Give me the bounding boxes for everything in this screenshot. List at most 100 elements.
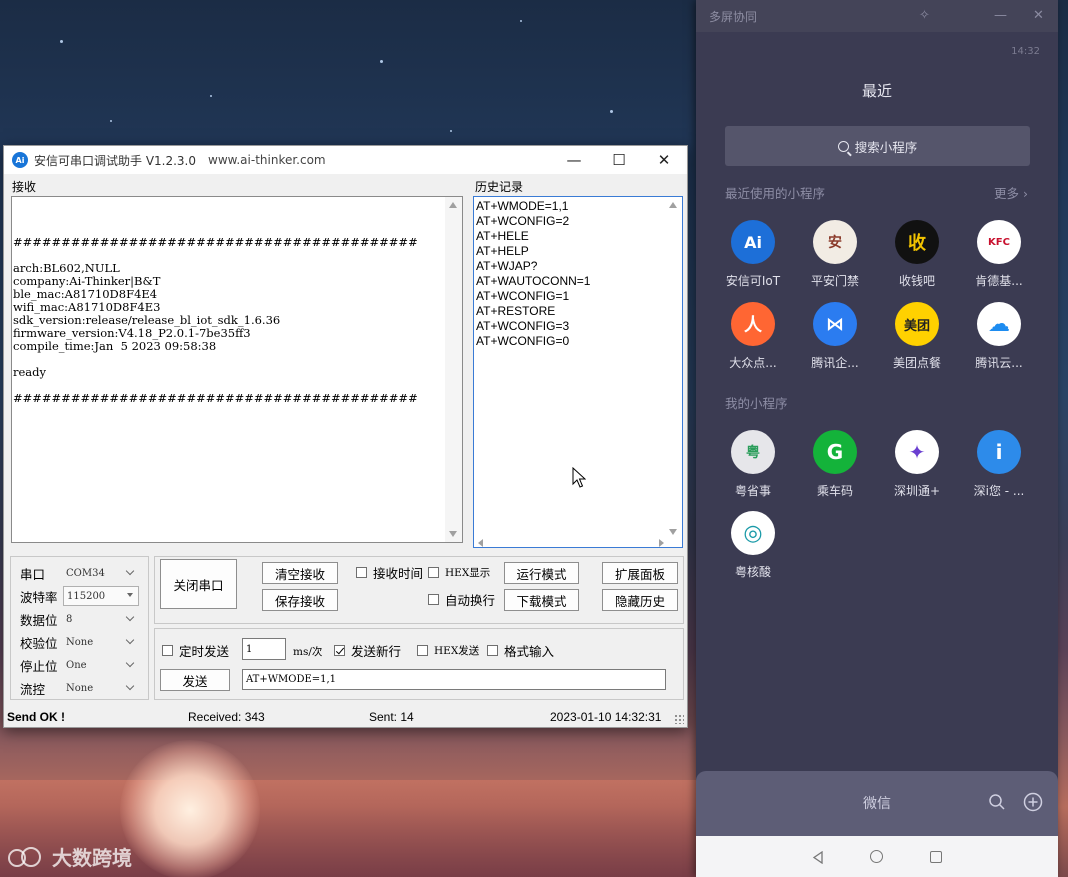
history-item[interactable]: AT+RESTORE [476,304,682,319]
history-item[interactable]: AT+WCONFIG=2 [476,214,682,229]
databits-value[interactable]: 8 [63,609,139,629]
parity-value[interactable]: None [63,632,139,652]
checkbox-box[interactable] [487,644,498,656]
history-item[interactable]: AT+HELE [476,229,682,244]
scroll-up-icon[interactable] [669,202,677,208]
sent-count: Sent: 14 [369,710,414,724]
history-item[interactable]: AT+HELP [476,244,682,259]
scroll-down-icon[interactable] [669,529,677,535]
recv-time-checkbox[interactable]: 接收时间 [356,564,423,581]
mini-app-tencent-cloud[interactable]: ☁ 腾讯云... [959,302,1039,371]
stopbits-value[interactable]: One [63,655,139,675]
checkbox-box[interactable] [428,566,439,578]
flowcontrol-value[interactable]: None [63,678,139,698]
more-link[interactable]: 更多 › [994,183,1028,202]
mini-app-yuehesuan[interactable]: ◎ 粤核酸 [713,511,793,580]
history-item[interactable]: AT+WJAP? [476,259,682,274]
checkbox-box[interactable] [356,566,367,578]
add-icon[interactable] [1023,792,1043,812]
send-newline-checkbox[interactable]: 发送新行 [334,642,401,659]
mini-app-chechema[interactable]: G 乘车码 [795,430,875,499]
baud-combo[interactable]: 波特率 115200 [20,586,139,606]
checkbox-box[interactable] [417,644,428,656]
history-item[interactable]: AT+WCONFIG=0 [476,334,682,349]
flowcontrol-combo[interactable]: 流控 None [20,678,139,698]
history-hscrollbar[interactable] [478,538,664,547]
mini-app-kfc[interactable]: KFC 肯德基... [959,220,1039,289]
auto-wrap-checkbox[interactable]: 自动换行 [428,591,495,608]
recent-section-title: 最近使用的小程序 [725,186,826,201]
history-item[interactable]: AT+WCONFIG=1 [476,289,682,304]
timed-send-checkbox[interactable]: 定时发送 [162,642,229,659]
phone-heading: 最近 [861,82,892,100]
title-bar[interactable]: Ai 安信可串口调试助手 V1.2.3.0 www.ai-thinker.com… [4,146,687,174]
history-scrollbar[interactable] [665,197,682,547]
run-mode-button[interactable]: 运行模式 [504,562,579,584]
scroll-up-icon[interactable] [449,202,457,208]
mini-app-meituan[interactable]: 美团 美团点餐 [877,302,957,371]
checkbox-box-checked[interactable] [334,644,345,656]
hide-history-button[interactable]: 隐藏历史 [602,589,678,611]
phone-title-bar[interactable]: 多屏协同 ✧ — ✕ [696,0,1058,32]
receive-label: 接收 [12,180,37,194]
port-combo[interactable]: 串口 COM34 [20,563,139,583]
scroll-right-icon[interactable] [659,539,664,547]
mini-app-yueshengshi[interactable]: 粤 粤省事 [713,430,793,499]
resize-grip-icon[interactable] [674,714,684,724]
tencent-cloud-icon: ☁ [977,302,1021,346]
mini-app-shenzhentong[interactable]: ✦ 深圳通+ [877,430,957,499]
mini-app-shen-i-nin[interactable]: i 深i您 - ... [959,430,1039,499]
port-value[interactable]: COM34 [63,563,139,583]
home-icon[interactable] [870,850,883,863]
history-item[interactable]: AT+WAUTOCONN=1 [476,274,682,289]
checkbox-box[interactable] [428,593,439,605]
hex-send-checkbox[interactable]: HEX发送 [417,642,479,658]
minimize-button[interactable]: — [551,146,597,174]
sun [120,740,260,877]
phone-status-time: 14:32 [1011,46,1040,57]
mini-app-shouqianba[interactable]: 收 收钱吧 [877,220,957,289]
scroll-down-icon[interactable] [449,531,457,537]
wechat-bottom-bar[interactable]: 微信 [696,771,1058,836]
minimize-icon[interactable]: — [994,8,1007,23]
expand-panel-button[interactable]: 扩展面板 [602,562,678,584]
history-item[interactable]: AT+WCONFIG=3 [476,319,682,334]
mini-app-tencent-work[interactable]: ⋈ 腾讯企... [795,302,875,371]
baud-value[interactable]: 115200 [63,586,139,606]
kfc-icon: KFC [977,220,1021,264]
save-receive-button[interactable]: 保存接收 [262,589,338,611]
mini-app-dianping[interactable]: 人 大众点... [713,302,793,371]
close-port-button[interactable]: 关闭串口 [160,559,237,609]
pin-icon[interactable]: ✧ [919,8,930,23]
stopbits-combo[interactable]: 停止位 One [20,655,139,675]
send-input[interactable]: AT+WMODE=1,1 [242,669,666,690]
interval-unit: ms/次 [293,646,323,658]
star [110,120,112,122]
mini-program-search[interactable]: 搜索小程序 [725,126,1030,166]
close-button[interactable]: ✕ [641,146,687,174]
chevron-down-icon [125,681,135,691]
search-icon[interactable] [988,793,1006,811]
receive-textarea[interactable]: ########################################… [11,196,463,543]
checkbox-box[interactable] [162,644,173,656]
download-mode-button[interactable]: 下载模式 [504,589,579,611]
parity-combo[interactable]: 校验位 None [20,632,139,652]
history-list[interactable]: AT+WMODE=1,1 AT+WCONFIG=2 AT+HELE AT+HEL… [473,196,683,548]
close-icon[interactable]: ✕ [1033,8,1044,23]
history-item[interactable]: AT+WMODE=1,1 [476,199,682,214]
interval-input[interactable]: 1 [242,638,286,660]
recent-apps-icon[interactable] [930,851,942,863]
mini-app-pingan[interactable]: 安 平安门禁 [795,220,875,289]
clear-receive-button[interactable]: 清空接收 [262,562,338,584]
receive-scrollbar[interactable] [445,197,462,542]
maximize-button[interactable]: ☐ [596,146,642,174]
search-icon [837,140,849,152]
mini-app-anxinke[interactable]: Ai 安信可IoT [713,220,793,289]
databits-combo[interactable]: 数据位 8 [20,609,139,629]
chevron-down-icon [125,658,135,668]
hex-display-checkbox[interactable]: HEX显示 [428,564,490,580]
back-icon[interactable] [812,851,824,864]
format-input-checkbox[interactable]: 格式输入 [487,642,554,659]
scroll-left-icon[interactable] [478,539,483,547]
send-button[interactable]: 发送 [160,669,230,691]
